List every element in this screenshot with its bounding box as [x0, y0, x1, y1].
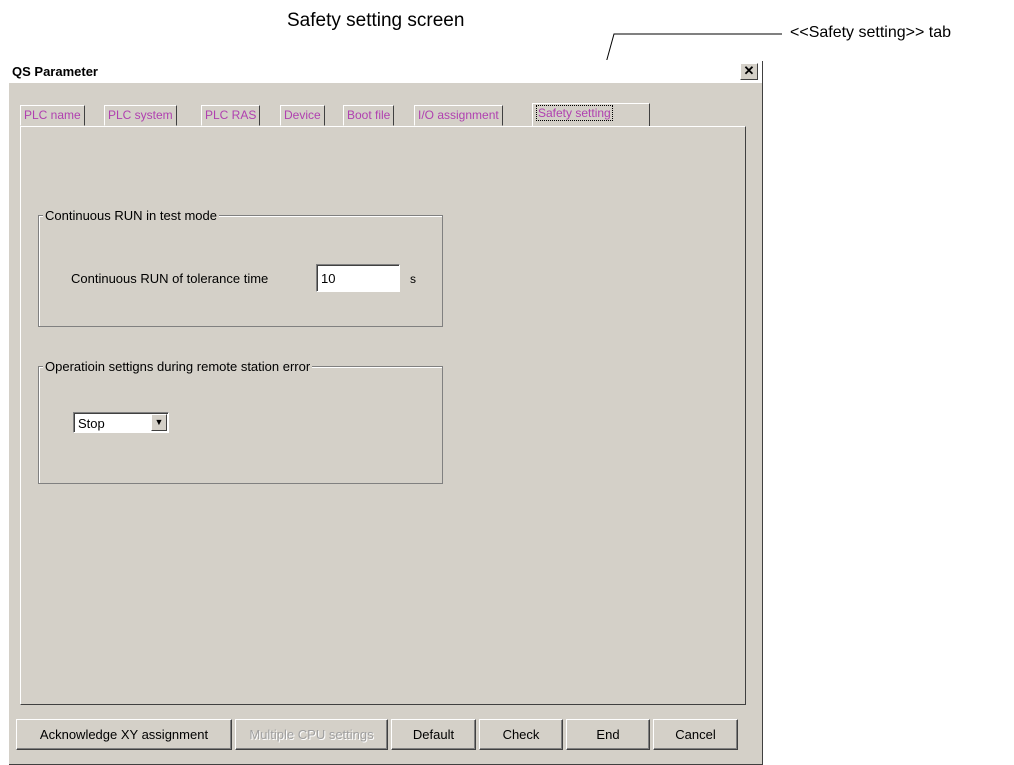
tab-plc-name[interactable]: PLC name: [20, 105, 85, 126]
remote-error-select[interactable]: Stop ▼: [73, 412, 169, 433]
remote-error-group: Operatioin settigns during remote statio…: [38, 359, 443, 484]
remote-error-group-label: Operatioin settigns during remote statio…: [43, 359, 313, 374]
tab-plc-ras[interactable]: PLC RAS: [201, 105, 261, 126]
continuous-run-group-label: Continuous RUN in test mode: [43, 208, 219, 223]
cancel-button[interactable]: Cancel: [653, 719, 738, 750]
tab-device[interactable]: Device: [280, 105, 325, 126]
close-button[interactable]: ✕: [740, 63, 758, 80]
default-button[interactable]: Default: [391, 719, 476, 750]
tolerance-time-unit: s: [410, 272, 416, 286]
chevron-down-icon[interactable]: ▼: [151, 414, 167, 431]
tab-safety-setting[interactable]: Safety setting: [532, 103, 650, 126]
qs-parameter-dialog: QS Parameter ✕ PLC name PLC system PLC R…: [8, 60, 763, 765]
tolerance-time-label: Continuous RUN of tolerance time: [71, 271, 269, 286]
remote-error-selected: Stop: [78, 416, 105, 431]
tab-plc-system[interactable]: PLC system: [104, 105, 177, 126]
window-title: QS Parameter: [12, 64, 98, 79]
tolerance-time-input[interactable]: [316, 264, 400, 292]
check-button[interactable]: Check: [479, 719, 563, 750]
title-bar: QS Parameter ✕: [9, 61, 762, 83]
tab-boot-file[interactable]: Boot file: [343, 105, 395, 126]
end-button[interactable]: End: [566, 719, 650, 750]
tab-safety-setting-label: Safety setting: [536, 105, 613, 121]
multiple-cpu-button[interactable]: Multiple CPU settings: [235, 719, 388, 750]
continuous-run-group: Continuous RUN in test mode Continuous R…: [38, 208, 443, 327]
tab-io-assignment[interactable]: I/O assignment: [414, 105, 503, 126]
safety-setting-panel: Continuous RUN in test mode Continuous R…: [20, 126, 746, 705]
acknowledge-xy-button[interactable]: Acknowledge XY assignment: [16, 719, 232, 750]
